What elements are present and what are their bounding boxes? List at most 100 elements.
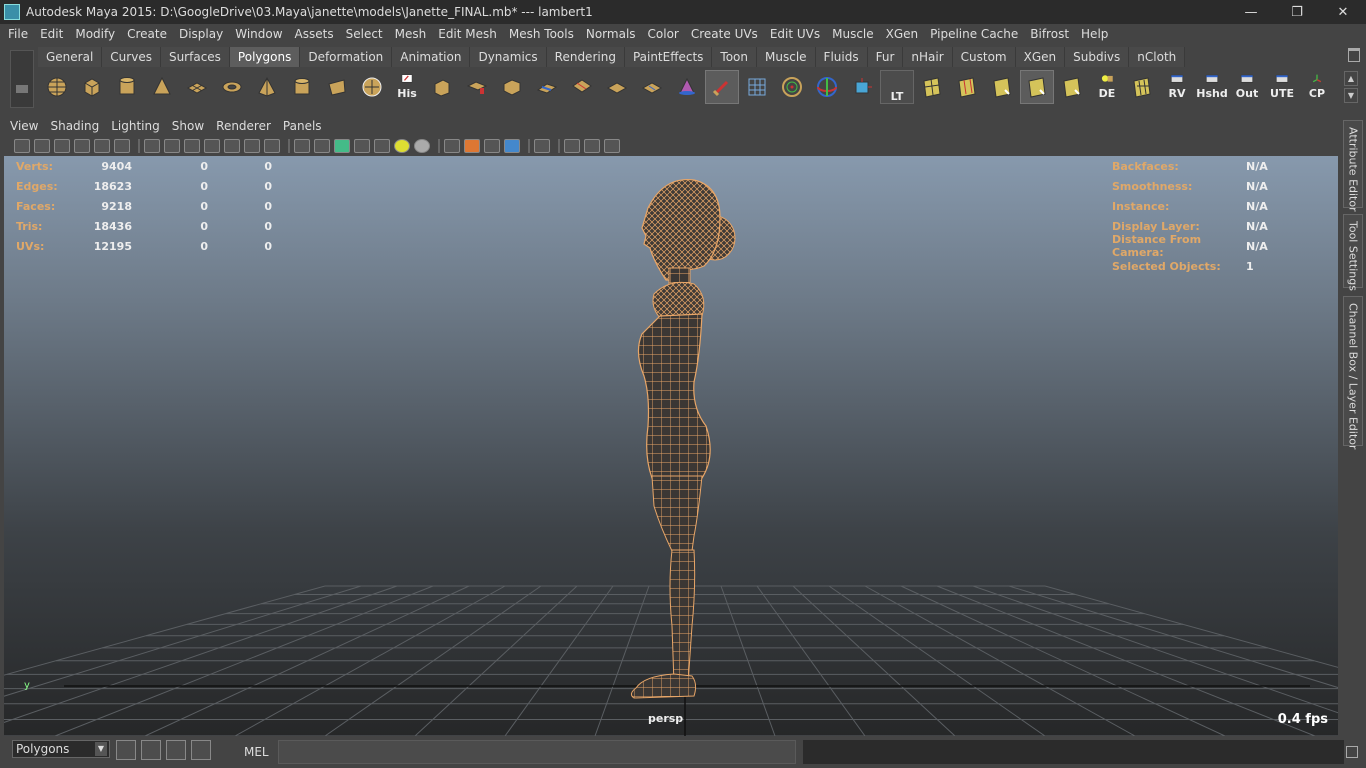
poly-pipe-icon[interactable]	[285, 70, 319, 104]
trash-icon[interactable]	[1348, 48, 1360, 62]
merge-vertices-icon[interactable]	[600, 70, 634, 104]
menu-normals[interactable]: Normals	[580, 27, 642, 41]
shelf-scroll-down-icon[interactable]: ▼	[1344, 88, 1358, 103]
resolution-gate-icon[interactable]	[184, 139, 200, 153]
hypergraph-icon[interactable]	[191, 740, 211, 760]
wireframe-icon[interactable]	[294, 139, 310, 153]
paint-tool-icon[interactable]	[705, 70, 739, 104]
bookmarks-icon[interactable]	[54, 139, 70, 153]
shelf-tab-fluids[interactable]: Fluids	[815, 47, 868, 67]
shelf-tab-xgen[interactable]: XGen	[1015, 47, 1066, 67]
minimize-button[interactable]: —	[1228, 0, 1274, 24]
extrude-icon[interactable]	[425, 70, 459, 104]
tab-channel-box-layer-editor[interactable]: Channel Box / Layer Editor	[1343, 296, 1363, 450]
object-mode-icon[interactable]	[845, 70, 879, 104]
hshd-shelf-button[interactable]: Hshd	[1195, 70, 1229, 104]
image-plane-icon[interactable]	[74, 139, 90, 153]
panel-menu-panels[interactable]: Panels	[277, 119, 328, 133]
uv-layout-icon[interactable]	[915, 70, 949, 104]
grease-pencil-icon[interactable]	[114, 139, 130, 153]
depth-of-field-icon[interactable]	[504, 139, 520, 153]
shelf-tab-rendering[interactable]: Rendering	[546, 47, 625, 67]
film-gate-icon[interactable]	[164, 139, 180, 153]
two-d-pan-zoom-icon[interactable]	[94, 139, 110, 153]
outliner-icon[interactable]	[166, 740, 186, 760]
sculpt-geometry-icon[interactable]	[355, 70, 389, 104]
uv-snapshot-icon[interactable]	[1125, 70, 1159, 104]
menu-create-uvs[interactable]: Create UVs	[685, 27, 764, 41]
safe-title-icon[interactable]	[264, 139, 280, 153]
menu-edit-uvs[interactable]: Edit UVs	[764, 27, 826, 41]
rotate-manipulator-icon[interactable]	[810, 70, 844, 104]
uv-editor-grid-icon[interactable]	[740, 70, 774, 104]
shelf-tab-general[interactable]: General	[38, 47, 103, 67]
shelf-tab-subdivs[interactable]: Subdivs	[1065, 47, 1130, 67]
shelf-tab-fur[interactable]: Fur	[867, 47, 904, 67]
shelf-tab-polygons[interactable]: Polygons	[229, 47, 301, 67]
uv-unfold-icon[interactable]	[950, 70, 984, 104]
tab-attribute-editor[interactable]: Attribute Editor	[1343, 120, 1363, 212]
menu-muscle[interactable]: Muscle	[826, 27, 880, 41]
bridge-icon[interactable]	[460, 70, 494, 104]
tab-tool-settings[interactable]: Tool Settings	[1343, 214, 1363, 291]
menu-color[interactable]: Color	[642, 27, 685, 41]
shadows-icon[interactable]	[414, 139, 430, 153]
shelf-tab-nhair[interactable]: nHair	[903, 47, 953, 67]
maximize-button[interactable]: ❐	[1274, 0, 1320, 24]
out-shelf-button[interactable]: Out	[1230, 70, 1264, 104]
gate-mask-icon[interactable]	[204, 139, 220, 153]
ute-shelf-button[interactable]: UTE	[1265, 70, 1299, 104]
perspective-viewport[interactable]: Verts: 9404 0 0 Edges: 18623 0 0 Faces: …	[4, 156, 1338, 736]
poly-cube-icon[interactable]	[75, 70, 109, 104]
screen-space-ao-icon[interactable]	[444, 139, 460, 153]
uv-cut-icon[interactable]	[985, 70, 1019, 104]
poly-pyramid-icon[interactable]	[250, 70, 284, 104]
menu-edit[interactable]: Edit	[34, 27, 69, 41]
poly-sphere-icon[interactable]	[40, 70, 74, 104]
panel-menu-shading[interactable]: Shading	[44, 119, 105, 133]
split-polygon-icon[interactable]	[530, 70, 564, 104]
shelf-tab-toon[interactable]: Toon	[712, 47, 758, 67]
rv-shelf-button[interactable]: RV	[1160, 70, 1194, 104]
shelf-grip-handle[interactable]	[10, 50, 34, 108]
combine-icon[interactable]	[670, 70, 704, 104]
poly-torus-icon[interactable]	[215, 70, 249, 104]
smooth-shade-icon[interactable]	[314, 139, 330, 153]
menu-pipeline-cache[interactable]: Pipeline Cache	[924, 27, 1024, 41]
textured-icon[interactable]	[374, 139, 390, 153]
create-polygon-tool-icon[interactable]	[320, 70, 354, 104]
camera-attributes-icon[interactable]	[34, 139, 50, 153]
menu-file[interactable]: File	[2, 27, 34, 41]
menu-set-dropdown[interactable]: Polygons ▼	[12, 740, 110, 758]
append-polygon-icon[interactable]	[495, 70, 529, 104]
menu-window[interactable]: Window	[229, 27, 288, 41]
script-editor-window-icon[interactable]	[141, 740, 161, 760]
panel-menu-view[interactable]: View	[4, 119, 44, 133]
menu-mesh-tools[interactable]: Mesh Tools	[503, 27, 580, 41]
menu-modify[interactable]: Modify	[69, 27, 121, 41]
close-button[interactable]: ✕	[1320, 0, 1366, 24]
smooth-icon[interactable]	[635, 70, 669, 104]
select-camera-icon[interactable]	[14, 139, 30, 153]
poly-cone-icon[interactable]	[145, 70, 179, 104]
menu-create[interactable]: Create	[121, 27, 173, 41]
safe-action-icon[interactable]	[244, 139, 260, 153]
motion-blur-icon[interactable]	[464, 139, 480, 153]
poly-plane-icon[interactable]	[180, 70, 214, 104]
shelf-tab-curves[interactable]: Curves	[102, 47, 161, 67]
menu-assets[interactable]: Assets	[289, 27, 340, 41]
xray-active-icon[interactable]	[584, 139, 600, 153]
shelf-tab-surfaces[interactable]: Surfaces	[160, 47, 230, 67]
xray-icon[interactable]	[354, 139, 370, 153]
snap-icon[interactable]	[116, 740, 136, 760]
snap-together-icon[interactable]	[775, 70, 809, 104]
cp-shelf-button[interactable]: CP	[1300, 70, 1334, 104]
menu-xgen[interactable]: XGen	[880, 27, 925, 41]
shelf-tab-ncloth[interactable]: nCloth	[1129, 47, 1186, 67]
grid-toggle-icon[interactable]	[144, 139, 160, 153]
menu-edit-mesh[interactable]: Edit Mesh	[432, 27, 503, 41]
lt-shelf-button[interactable]: LT	[880, 70, 914, 104]
shelf-tab-painteffects[interactable]: PaintEffects	[624, 47, 713, 67]
menu-select[interactable]: Select	[340, 27, 389, 41]
menu-bifrost[interactable]: Bifrost	[1024, 27, 1075, 41]
